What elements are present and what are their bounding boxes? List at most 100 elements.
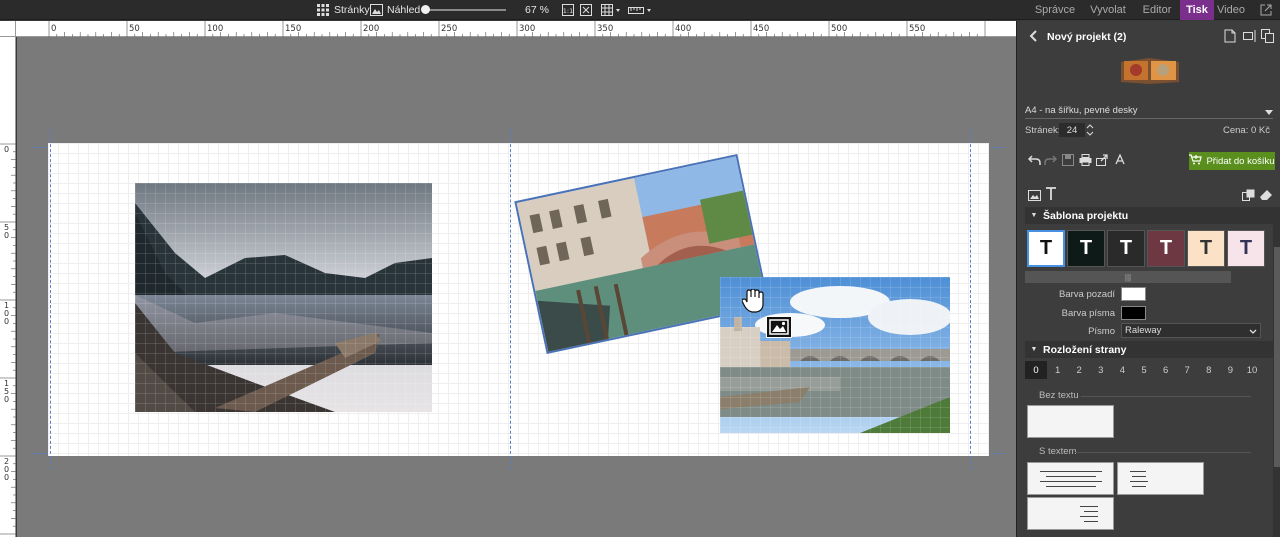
- template-section-title: Šablona projektu: [1043, 209, 1129, 222]
- layout-count-tab[interactable]: 0: [1025, 361, 1047, 379]
- divider: [1081, 396, 1251, 397]
- pages-input[interactable]: 24: [1059, 123, 1085, 137]
- replace-image-icon[interactable]: [766, 316, 792, 338]
- right-panel: Nový projekt (2) A4 - na šířku, pevné de…: [1016, 21, 1280, 537]
- font-select[interactable]: Raleway: [1121, 323, 1261, 338]
- guide-left: [50, 129, 51, 469]
- ruler-label: 300: [519, 24, 535, 34]
- tab-tisk[interactable]: Tisk: [1180, 0, 1214, 20]
- chevron-down-icon: [1265, 107, 1273, 119]
- tab-editor[interactable]: Editor: [1136, 0, 1178, 20]
- ruler-label: 200: [363, 24, 379, 34]
- font-select-value: Raleway: [1125, 325, 1162, 336]
- ruler-label: 0: [4, 395, 9, 404]
- panel-scrollbar[interactable]: [1273, 207, 1280, 537]
- spread-page[interactable]: [48, 129, 989, 469]
- ruler-label: 450: [753, 24, 769, 34]
- layout-text-left[interactable]: [1117, 462, 1204, 495]
- add-to-cart-label: Přidat do košíku: [1206, 155, 1275, 167]
- zoom-slider-knob[interactable]: [421, 5, 430, 14]
- duplicate-icon[interactable]: [1261, 29, 1275, 43]
- template-swatch[interactable]: T: [1027, 230, 1065, 267]
- top-ruler-ticks: 0 50 100 150 200 250 300 350 400 450 500 550: [48, 21, 986, 37]
- layout-count-tab[interactable]: 8: [1198, 361, 1220, 379]
- template-swatch[interactable]: T: [1067, 230, 1105, 267]
- design-canvas[interactable]: [17, 37, 1016, 537]
- collapse-arrow-icon: ▼: [1030, 346, 1038, 353]
- project-title: Nový projekt (2): [1047, 31, 1127, 43]
- tab-správce[interactable]: Správce: [1032, 0, 1078, 20]
- layout-count-tab[interactable]: 2: [1068, 361, 1090, 379]
- bg-color-label: Barva pozadí: [1059, 289, 1115, 300]
- eraser-icon[interactable]: [1259, 188, 1273, 202]
- zoom-slider-track[interactable]: [428, 9, 506, 11]
- ruler-label: 250: [441, 24, 457, 34]
- panel-scrollbar-thumb[interactable]: [1274, 247, 1280, 467]
- format-select[interactable]: A4 - na šířku, pevné desky: [1025, 103, 1273, 119]
- ruler-icon[interactable]: [627, 2, 655, 18]
- layers-icon[interactable]: [1241, 188, 1255, 202]
- chevron-down-icon: [1249, 327, 1257, 339]
- bg-color-picker[interactable]: [1121, 287, 1146, 301]
- insert-image-icon[interactable]: [1027, 188, 1041, 202]
- with-text-label: S textem: [1039, 446, 1077, 457]
- new-document-icon[interactable]: [1223, 29, 1237, 43]
- template-section-header[interactable]: ▼ Šablona projektu: [1025, 207, 1273, 224]
- text-tools-icon[interactable]: [1113, 153, 1127, 167]
- layout-text-centered[interactable]: [1027, 462, 1114, 495]
- collapse-arrow-icon: ▼: [1030, 212, 1038, 219]
- fit-page-icon[interactable]: 1:1: [561, 2, 575, 18]
- layout-count-tab[interactable]: 3: [1090, 361, 1112, 379]
- layout-blank[interactable]: [1027, 405, 1114, 438]
- insert-text-icon[interactable]: [1044, 186, 1058, 202]
- top-ruler: 0 50 100 150 200 250 300 350 400 450 500 550: [16, 21, 1016, 37]
- layout-section-header[interactable]: ▼ Rozložení strany: [1025, 341, 1273, 358]
- share-icon[interactable]: [1095, 153, 1109, 167]
- pages-button[interactable]: Stránky: [334, 0, 370, 20]
- layout-count-tab[interactable]: 7: [1176, 361, 1198, 379]
- back-chevron-icon[interactable]: [1027, 29, 1039, 43]
- tab-video[interactable]: Video: [1214, 0, 1248, 20]
- ruler-label: 0: [51, 24, 56, 34]
- template-swatch[interactable]: T: [1187, 230, 1225, 267]
- layout-text-right[interactable]: [1027, 497, 1114, 530]
- template-swatch[interactable]: T: [1147, 230, 1185, 267]
- ruler-label: 350: [597, 24, 613, 34]
- preview-icon[interactable]: [369, 2, 383, 18]
- left-ruler-ticks: 050100150200: [0, 143, 16, 535]
- redo-icon[interactable]: [1043, 153, 1057, 167]
- left-ruler: 050100150200: [0, 37, 16, 537]
- pages-stepper-icon[interactable]: [1086, 123, 1094, 137]
- layout-count-tab[interactable]: 1: [1047, 361, 1069, 379]
- format-select-value: A4 - na šířku, pevné desky: [1025, 105, 1138, 116]
- external-window-icon[interactable]: [1256, 0, 1276, 20]
- print-icon[interactable]: [1078, 153, 1092, 167]
- layout-count-tab[interactable]: 5: [1133, 361, 1155, 379]
- layout-count-tab[interactable]: 6: [1155, 361, 1177, 379]
- swatch-scroll-handle[interactable]: |||: [1025, 271, 1231, 283]
- rename-icon[interactable]: [1243, 29, 1257, 43]
- ruler-label: 0: [4, 473, 9, 482]
- layout-count-tab[interactable]: 10: [1241, 361, 1263, 379]
- font-label: Písmo: [1088, 326, 1115, 337]
- template-swatch[interactable]: T: [1107, 230, 1145, 267]
- layout-section-title: Rozložení strany: [1043, 343, 1127, 356]
- hand-cursor-icon: [741, 288, 764, 313]
- add-to-cart-button[interactable]: Přidat do košíku: [1189, 152, 1275, 170]
- layout-count-tab[interactable]: 9: [1219, 361, 1241, 379]
- undo-icon[interactable]: [1027, 153, 1041, 167]
- font-color-picker[interactable]: [1121, 306, 1146, 320]
- preview-button[interactable]: Náhled: [387, 0, 420, 20]
- font-color-label: Barva písma: [1061, 308, 1115, 319]
- grid-icon[interactable]: [600, 2, 622, 18]
- guide-center: [510, 129, 511, 469]
- ruler-label: 400: [675, 24, 691, 34]
- photo-mountain-lake[interactable]: [135, 183, 432, 412]
- tab-vyvolat[interactable]: Vyvolat: [1085, 0, 1131, 20]
- template-swatch[interactable]: T: [1227, 230, 1265, 267]
- save-icon[interactable]: [1061, 153, 1075, 167]
- layout-count-tab[interactable]: 4: [1111, 361, 1133, 379]
- ruler-label: 0: [4, 231, 9, 240]
- fullscreen-icon[interactable]: [579, 2, 593, 18]
- pages-grid-icon[interactable]: [316, 2, 330, 18]
